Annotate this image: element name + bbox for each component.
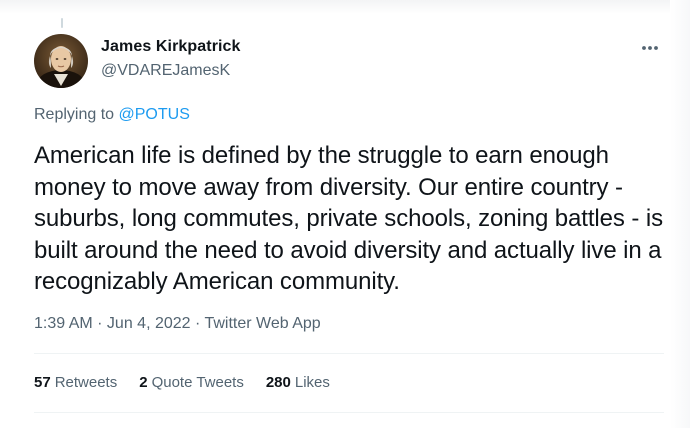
author-name[interactable]: James Kirkpatrick xyxy=(101,38,241,56)
right-edge-shadow xyxy=(670,0,690,428)
divider xyxy=(34,353,664,354)
divider xyxy=(34,412,664,413)
tweet-meta: 1:39 AM · Jun 4, 2022 · Twitter Web App xyxy=(34,315,321,333)
thread-connector-line xyxy=(61,18,63,28)
meta-separator: · xyxy=(92,315,107,332)
avatar-portrait-image xyxy=(34,34,88,88)
more-dots-glyph xyxy=(642,46,658,50)
tweet-time[interactable]: 1:39 AM xyxy=(34,315,93,332)
replying-to: Replying to @POTUS xyxy=(34,106,190,124)
tweet-date[interactable]: Jun 4, 2022 xyxy=(107,315,191,332)
author-handle[interactable]: @VDAREJamesK xyxy=(101,62,230,80)
likes-stat[interactable]: 280 Likes xyxy=(266,374,330,391)
quote-tweets-label: Quote Tweets xyxy=(151,374,244,391)
mention-link[interactable]: @POTUS xyxy=(119,106,190,123)
replying-to-prefix: Replying to xyxy=(34,106,119,123)
meta-separator: · xyxy=(190,315,205,332)
quote-tweets-stat[interactable]: 2 Quote Tweets xyxy=(139,374,244,391)
tweet-text: American life is defined by the struggle… xyxy=(34,142,663,295)
engagement-stats: 57 Retweets 2 Quote Tweets 280 Likes xyxy=(34,374,352,391)
retweets-label: Retweets xyxy=(54,374,118,391)
likes-label: Likes xyxy=(294,374,330,391)
top-fade xyxy=(0,0,690,14)
retweets-count: 57 xyxy=(34,374,51,391)
likes-count: 280 xyxy=(265,374,291,391)
tweet-source[interactable]: Twitter Web App xyxy=(204,315,320,332)
more-options-icon[interactable] xyxy=(638,38,662,58)
avatar[interactable] xyxy=(34,34,88,88)
retweets-stat[interactable]: 57 Retweets xyxy=(34,374,117,391)
quote-tweets-count: 2 xyxy=(139,374,148,391)
